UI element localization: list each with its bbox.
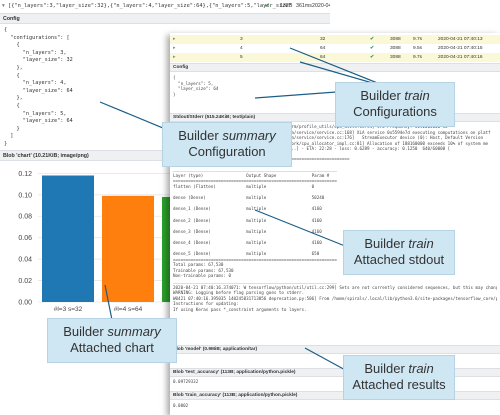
row-expand-icon[interactable]: ▸ [173, 53, 175, 62]
row-layer-size: 64 [320, 55, 326, 60]
callout-text: Builder [63, 324, 108, 339]
row-duration: 9.5s [413, 46, 423, 51]
train-config-header[interactable]: Config [170, 63, 500, 72]
callout-train-results: Builder train Attached results [343, 355, 455, 400]
summary-config-header[interactable]: Config [0, 13, 330, 24]
row-n-layers: 5 [240, 55, 243, 60]
callout-text: Builder [364, 236, 409, 251]
row-expand-icon[interactable]: ▸ [173, 44, 175, 53]
test-accuracy-value: 0.09729332 [173, 379, 199, 384]
train-config-json: { "n_layers": 5, "layer_size": 64 } [173, 75, 219, 97]
callout-text-italic: summary [222, 128, 276, 143]
summary-duration: 361ms [296, 3, 312, 9]
callout-summary-configuration: Builder summary Configuration [162, 122, 292, 167]
summary-result-row[interactable]: ▾ [{"n_layers":3,"layer_size":32},{"n_la… [0, 0, 330, 12]
callout-text: Builder [360, 88, 405, 103]
callout-text-italic: train [408, 361, 434, 376]
callout-text: Builder [364, 361, 409, 376]
row-n-layers: 3 [240, 37, 243, 42]
row-layer-size: 32 [320, 37, 326, 42]
train-result-row[interactable]: ▸ 4 64 ✔ 3088 9.5s 2020-04-21 07:40:15 [170, 44, 500, 53]
callout-text-italic: train [408, 236, 434, 251]
train-accuracy-value: 0.0802 [173, 403, 189, 408]
row-duration: 9.7s [413, 37, 423, 42]
row-duration: 9.7s [413, 55, 423, 60]
callout-text: Builder [178, 128, 223, 143]
callout-text: Configurations [353, 104, 437, 119]
row-timestamp: 2020-04-21 07:40:16 [438, 55, 483, 60]
callout-text: Attached chart [70, 340, 154, 355]
callout-train-configurations: Builder train Configurations [335, 82, 455, 127]
summary-config-value: [{"n_layers":3,"layer_size":32},{"n_laye… [8, 3, 292, 9]
y-tick-label: 0.08 [18, 214, 32, 221]
success-check-icon: ✔ [370, 37, 375, 42]
x-tick-label: #l=3 s=32 [54, 306, 83, 313]
callout-text: Attached results [352, 377, 446, 392]
success-check-icon: ✔ [370, 46, 375, 51]
row-n-layers: 4 [240, 46, 243, 51]
callout-summary-chart: Builder summary Attached chart [47, 318, 177, 363]
success-check-icon: ✔ [370, 55, 375, 60]
callout-text-italic: train [404, 88, 430, 103]
train-result-row[interactable]: ▸ 5 64 ✔ 3088 9.7s 2020-04-21 07:40:16 [170, 53, 500, 62]
y-tick-label: 0.06 [18, 235, 32, 242]
summary-config-json: { "configurations": [ { "n_layers": 3, "… [4, 27, 73, 147]
y-tick-label: 0.02 [18, 278, 32, 285]
chart-bar [42, 175, 94, 302]
y-tick-label: 0.00 [18, 300, 32, 307]
callout-text-italic: summary [107, 324, 161, 339]
train-result-row[interactable]: ▸ 3 32 ✔ 3088 9.7s 2020-04-21 07:40:13 [170, 35, 500, 44]
row-expand-icon[interactable]: ▸ [173, 35, 175, 44]
expand-chevron-icon[interactable]: ▾ [2, 0, 5, 12]
row-timestamp: 2020-04-21 07:40:13 [438, 37, 483, 42]
row-layer-size: 64 [320, 46, 326, 51]
blob-model-header[interactable]: Blob 'model' (0.9MiB; application/tar) [170, 345, 500, 354]
x-tick-label: #l=4 s=64 [114, 306, 143, 313]
y-tick-label: 0.10 [18, 192, 32, 199]
row-size: 3088 [390, 37, 401, 42]
callout-text: Attached stdout [353, 252, 445, 267]
summary-size: 132B [280, 3, 293, 9]
summary-timestamp: 2020-04-21 07:40:17 [312, 3, 330, 9]
y-tick-label: 0.04 [18, 257, 32, 264]
row-timestamp: 2020-04-21 07:40:15 [438, 46, 483, 51]
row-size: 3088 [390, 46, 401, 51]
callout-train-stdout: Builder train Attached stdout [343, 230, 455, 275]
y-tick-label: 0.12 [18, 171, 32, 178]
chart-bar [102, 195, 154, 302]
callout-text: Configuration [188, 144, 266, 159]
row-size: 3088 [390, 55, 401, 60]
success-check-icon: ✔ [265, 3, 270, 9]
